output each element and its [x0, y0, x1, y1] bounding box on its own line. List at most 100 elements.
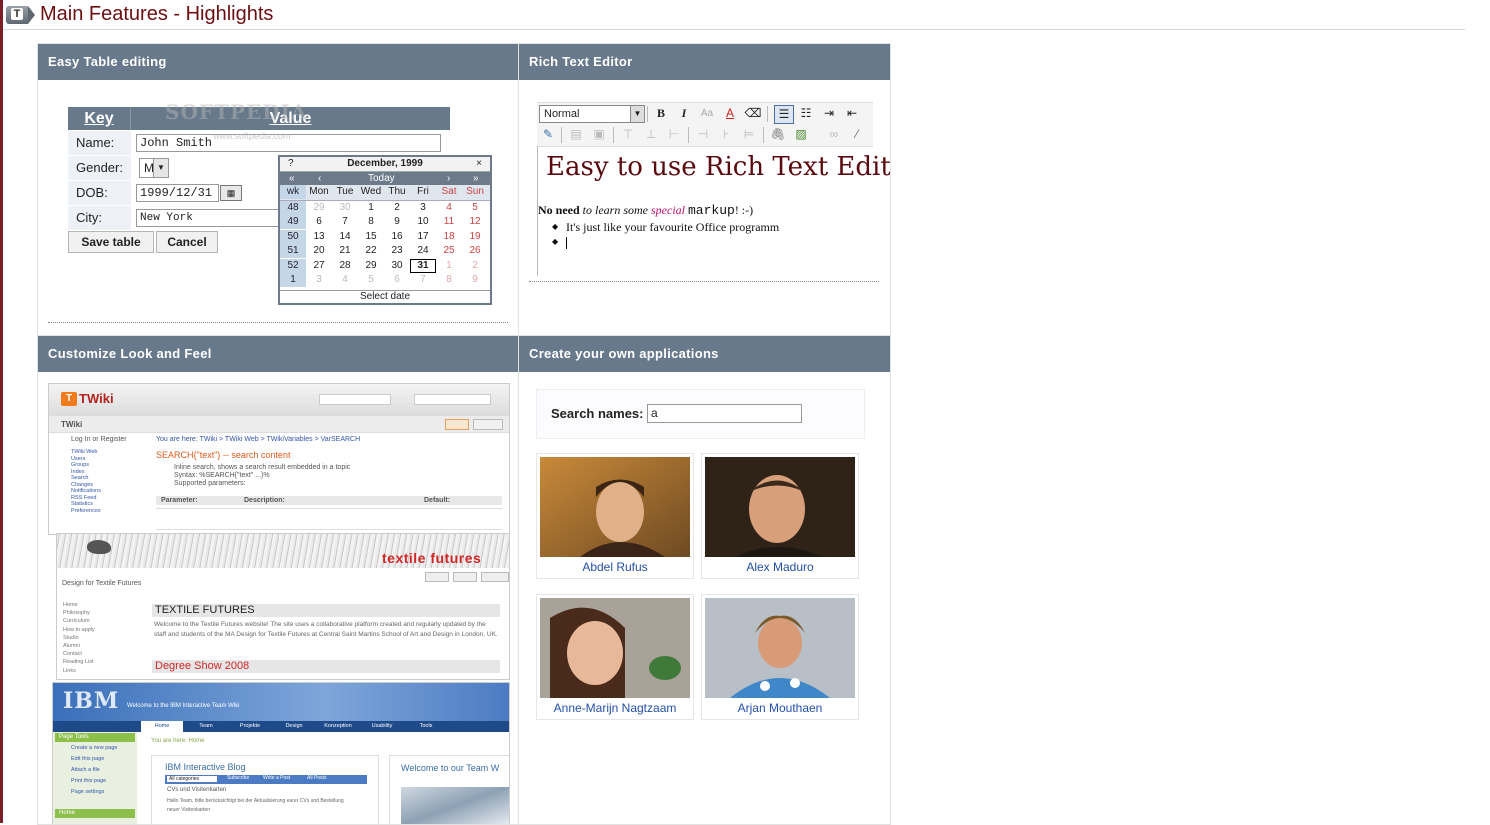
edit-table-icon[interactable]: ✎ — [539, 126, 557, 143]
calendar-day[interactable]: 2 — [462, 259, 488, 273]
person-card[interactable]: Abdel Rufus — [536, 453, 694, 579]
gender-select[interactable]: M ▼ — [139, 158, 169, 178]
row-label: Name: — [76, 135, 115, 150]
save-table-button[interactable]: Save table — [68, 231, 154, 253]
person-name[interactable]: Abdel Rufus — [537, 560, 693, 574]
calendar-day[interactable]: 17 — [410, 230, 436, 244]
calendar-day[interactable]: 1 — [436, 259, 462, 273]
calendar-day[interactable]: 22 — [358, 244, 384, 258]
prev-month-button[interactable]: ‹ — [318, 172, 321, 185]
office-photo — [401, 787, 509, 824]
cell-props-icon[interactable]: ⊨ — [740, 126, 758, 143]
calendar-day[interactable]: 3 — [410, 201, 436, 215]
table-props-icon[interactable]: ▣ — [590, 126, 608, 143]
calendar-day[interactable]: 4 — [332, 273, 358, 287]
editor-toolbar-row-2: ✎ ▤ ▣ ⊤ ⊥ ⊢ ⊣ ⊦ ⊨ 🖇 ▨ ∞ ⁄ — [537, 124, 873, 147]
calendar-day[interactable]: 16 — [384, 230, 410, 244]
calendar-day[interactable]: 19 — [462, 230, 488, 244]
next-month-button[interactable]: › — [447, 172, 450, 185]
next-year-button[interactable]: » — [473, 172, 479, 185]
split-cell-icon[interactable]: ⊣ — [694, 126, 712, 143]
person-card[interactable]: Anne-Marijn Nagtzaam — [536, 594, 694, 720]
calendar-day[interactable]: 13 — [306, 230, 332, 244]
weekday-label: Sun — [466, 186, 484, 197]
outdent-icon[interactable]: ⇤ — [843, 105, 861, 122]
tab: Projekte — [239, 723, 261, 729]
calendar-close-button[interactable]: × — [476, 157, 482, 171]
italic-button[interactable]: I — [675, 105, 693, 122]
insert-col-icon[interactable]: ⊢ — [665, 126, 683, 143]
person-card[interactable]: Alex Maduro — [701, 453, 859, 579]
bullet-list-icon[interactable]: ☰ — [774, 105, 794, 124]
calendar-day[interactable]: 21 — [332, 244, 358, 258]
table-icon[interactable]: ▤ — [567, 126, 585, 143]
calendar-day[interactable]: 9 — [462, 273, 488, 287]
person-name[interactable]: Anne-Marijn Nagtzaam — [537, 701, 693, 715]
calendar-day[interactable]: 30 — [384, 259, 410, 273]
twiki-skin-screenshot: T TWiki TWiki Log In or Register TWiki W… — [48, 383, 510, 535]
wand-icon[interactable]: ⁄ — [848, 126, 866, 143]
calendar-day[interactable]: 2 — [384, 201, 410, 215]
today-button[interactable]: Today — [368, 172, 395, 185]
search-names-input[interactable]: a — [647, 404, 802, 423]
image-icon[interactable]: ▨ — [792, 126, 810, 143]
merge-cell-icon[interactable]: ⊦ — [717, 126, 735, 143]
calendar-help-button[interactable]: ? — [288, 157, 294, 171]
calendar-day[interactable]: 4 — [436, 201, 462, 215]
insert-row-icon[interactable]: ⊤ — [619, 126, 637, 143]
bold-button[interactable]: B — [652, 105, 670, 122]
calendar-day[interactable]: 29 — [306, 201, 332, 215]
person-name[interactable]: Arjan Mouthaen — [702, 701, 858, 715]
calendar-day[interactable]: 1 — [358, 201, 384, 215]
dob-input[interactable]: 1999/12/31 — [136, 184, 219, 202]
calendar-day[interactable]: 9 — [384, 215, 410, 229]
calendar-day[interactable]: 18 — [436, 230, 462, 244]
calendar-day[interactable]: 27 — [306, 259, 332, 273]
calendar-week-row: 49 6 7 8 9 10 11 12 — [280, 215, 490, 230]
sidebar-link: Attach a file — [71, 767, 100, 773]
format-select[interactable]: Normal ▼ — [539, 105, 645, 123]
calendar-day[interactable]: 5 — [358, 273, 384, 287]
sidebar-link: Changes — [71, 481, 94, 488]
calendar-day[interactable]: 20 — [306, 244, 332, 258]
calendar-day[interactable]: 31 — [410, 258, 436, 273]
text-color-button[interactable]: A — [721, 105, 739, 122]
calendar-day[interactable]: 29 — [358, 259, 384, 273]
person-name[interactable]: Alex Maduro — [702, 560, 858, 574]
font-size-button[interactable]: Aa — [698, 105, 716, 122]
cancel-button[interactable]: Cancel — [156, 231, 218, 253]
indent-icon[interactable]: ⇥ — [820, 105, 838, 122]
calendar-day[interactable]: 14 — [332, 230, 358, 244]
key-column-header[interactable]: Key — [68, 107, 131, 130]
calendar-day[interactable]: 15 — [358, 230, 384, 244]
delete-row-icon[interactable]: ⊥ — [642, 126, 660, 143]
calendar-day[interactable]: 8 — [436, 273, 462, 287]
calendar-day[interactable]: 11 — [436, 215, 462, 229]
calendar-icon[interactable]: ▦ — [220, 185, 242, 201]
link-icon[interactable]: ∞ — [825, 126, 843, 143]
calendar-day[interactable]: 7 — [332, 215, 358, 229]
calendar-day[interactable]: 5 — [462, 201, 488, 215]
calendar-day[interactable]: 10 — [410, 215, 436, 229]
calendar-day[interactable]: 24 — [410, 244, 436, 258]
attachment-icon[interactable]: 🖇 — [769, 126, 787, 143]
calendar-day[interactable]: 6 — [306, 215, 332, 229]
weekday-label: Wed — [360, 186, 382, 197]
calendar-day[interactable]: 12 — [462, 215, 488, 229]
calendar-day[interactable]: 26 — [462, 244, 488, 258]
weekday-label: wk — [280, 185, 306, 199]
calendar-day[interactable]: 7 — [410, 273, 436, 287]
sidebar-link: Links — [63, 667, 76, 674]
calendar-day[interactable]: 23 — [384, 244, 410, 258]
eraser-icon[interactable]: ⌫ — [744, 105, 762, 122]
calendar-day[interactable]: 3 — [306, 273, 332, 287]
calendar-day[interactable]: 8 — [358, 215, 384, 229]
calendar-day[interactable]: 28 — [332, 259, 358, 273]
calendar-day[interactable]: 25 — [436, 244, 462, 258]
prev-year-button[interactable]: « — [289, 172, 295, 185]
calendar-day[interactable]: 30 — [332, 201, 358, 215]
editor-content-area[interactable]: Easy to use Rich Text Editor No need to … — [537, 146, 890, 276]
person-card[interactable]: Arjan Mouthaen — [701, 594, 859, 720]
calendar-day[interactable]: 6 — [384, 273, 410, 287]
numbered-list-icon[interactable]: ☷ — [797, 105, 815, 122]
